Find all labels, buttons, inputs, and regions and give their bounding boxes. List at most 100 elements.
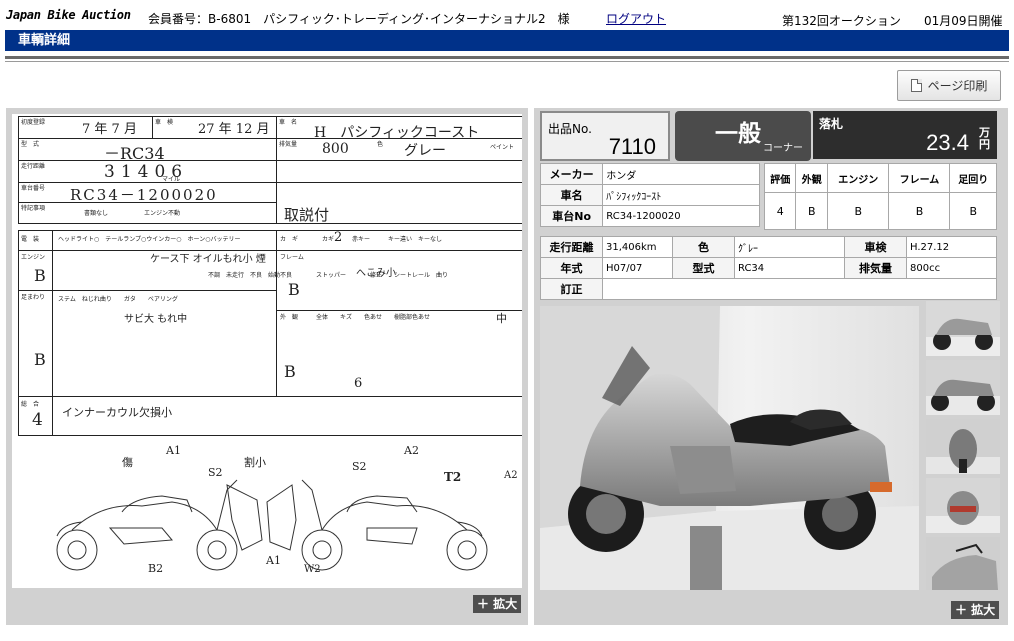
auction-date: 01月09日開催 (924, 14, 1003, 28)
corner-name: 一般 (715, 121, 761, 147)
color-value: ｸﾞﾚｰ (734, 236, 845, 258)
label-special: 特記事項 (21, 205, 46, 212)
table-row: 4 B B B B (763, 192, 997, 230)
label-color: 色 (377, 141, 384, 148)
sheet-zoom-button[interactable]: ＋ 拡大 (473, 595, 522, 613)
grade-value: B (795, 192, 828, 230)
label-electric-items: ヘッドライト○ テールランプ○ウインカー○ ホーン○バッテリー (58, 236, 241, 243)
label-suspension: 足まわり (21, 294, 46, 301)
table-row: 走行距離 31,406km 色 ｸﾞﾚｰ 車検 H.27.12 (540, 236, 997, 258)
label-keys: カ ギ (280, 236, 299, 243)
hw-front-note: サビ大 もれ中 (124, 314, 188, 325)
vehicle-detail-panel: 出品No. 7110 一般 コーナー 落札 23.4 万円 メーカー ホンダ 車… (534, 108, 1008, 625)
label-inspection: 車 検 (155, 119, 174, 126)
hw-mark-s2: S2 (352, 460, 367, 473)
print-page-label: ページ印刷 (927, 79, 988, 93)
table-row: 訂正 (540, 278, 997, 300)
mileage-value: 31,406km (602, 236, 673, 258)
grade-value: B (826, 192, 890, 230)
auction-sheet-panel: 初度登録 車 検 車 名 型 式 排気量 色 ペイント 走行距離 マイル 車台番… (6, 108, 528, 625)
hw-mark-a2: A2 (504, 470, 518, 481)
thumbnail-photo[interactable] (926, 360, 1000, 415)
hw-engine-note: ケース下 オイルもれ小 煙 (150, 254, 266, 265)
corner-suffix: コーナー (763, 143, 803, 154)
grade-header: エンジン (826, 163, 890, 193)
print-doc-icon (910, 79, 922, 92)
hw-mark-scratch: 傷 (122, 456, 133, 469)
hw-mark-t2: T2 (444, 470, 462, 484)
hw-frame-grade: B (288, 280, 300, 299)
brand-logo: Japan Bike Auction (6, 8, 131, 22)
displacement-label: 排気量 (844, 257, 907, 279)
displacement-value: 800cc (906, 257, 997, 279)
lot-number-label: 出品No. (548, 122, 592, 136)
hw-mileage: 31406 (104, 162, 189, 182)
hw-mark-s2: S2 (208, 466, 223, 479)
hw-mark-a1: A1 (266, 554, 281, 567)
label-mileage: 走行距離 (21, 163, 46, 170)
frame-no-value: RC34-1200020 (602, 205, 760, 227)
label-model: 型 式 (21, 141, 40, 148)
grade-header: フレーム (888, 163, 951, 193)
logout-link[interactable]: ログアウト (606, 10, 666, 27)
label-exterior-items: 全体 キズ 色あせ 樹脂部色あせ (316, 314, 431, 321)
winning-bid-value: 23.4 (926, 130, 969, 155)
hw-special: 取説付 (284, 206, 330, 224)
hw-susp-grade: B (34, 350, 46, 369)
frame-no-label: 車台No (539, 205, 604, 227)
thumbnail-photo[interactable] (926, 537, 1000, 590)
year-value: H07/07 (602, 257, 673, 279)
thumbnail-photo[interactable] (926, 478, 1000, 533)
photo-zoom-button[interactable]: ＋ 拡大 (951, 601, 1000, 619)
label-frame-no: 車台番号 (21, 185, 46, 192)
thumbnail-image (926, 419, 1000, 474)
grade-table: 評価 外観 エンジン フレーム 足回り 4 B B B B (763, 163, 997, 230)
hw-mark-crack: 割小 (244, 456, 266, 469)
winning-bid-label: 落札 (819, 117, 844, 131)
member-info: 会員番号：B-6801 パシフィック･トレーディング･インターナショナル2 様 (148, 12, 570, 26)
hw-mark-w2: W2 (304, 564, 321, 575)
hw-tire: 6 (354, 376, 363, 391)
thumbnail-photo[interactable] (926, 419, 1000, 474)
model-label: 型式 (672, 257, 735, 279)
grade-value: B (888, 192, 951, 230)
maker-label: メーカー (539, 163, 604, 185)
main-vehicle-photo[interactable] (540, 306, 919, 590)
model-value: RC34 (734, 257, 845, 279)
thumbnail-photo[interactable] (926, 301, 1000, 356)
print-page-button[interactable]: ページ印刷 (897, 70, 1001, 101)
correction-value (602, 278, 997, 300)
thumbnail-image (926, 360, 1000, 415)
label-overall: 総 合 (21, 401, 40, 408)
grade-value: B (949, 192, 997, 230)
divider (5, 56, 1009, 59)
grade-header: 評価 (763, 163, 797, 193)
page-title: 車輌詳細 (5, 30, 1009, 51)
table-row: 年式 H07/07 型式 RC34 排気量 800cc (540, 257, 997, 279)
hw-inspection: 27 年 12 月 (198, 122, 270, 137)
auction-sheet-image[interactable]: 初度登録 車 検 車 名 型 式 排気量 色 ペイント 走行距離 マイル 車台番… (12, 114, 522, 588)
corner-badge: 一般 コーナー (675, 111, 811, 161)
hw-color: グレー (404, 143, 446, 159)
label-paint: ペイント (490, 144, 515, 151)
hw-keys: 2 (334, 230, 343, 245)
auction-session: 第132回オークション (782, 14, 901, 28)
hw-frame-no: RC34－1200020 (70, 186, 218, 204)
grade-header: 足回り (949, 163, 997, 193)
motorcycle-photo-image (540, 306, 919, 590)
year-label: 年式 (540, 257, 603, 279)
inspection-label: 車検 (844, 236, 907, 258)
hw-overall-note: インナーカウル欠損小 (62, 406, 172, 419)
thumbnail-image (926, 478, 1000, 533)
hw-mark-a1: A1 (166, 444, 181, 457)
grade-value: 4 (763, 192, 797, 230)
table-row: 車名 ﾊﾟｼﾌｨｯｸｺｰｽﾄ (539, 184, 760, 206)
label-engine: エンジン (21, 254, 46, 261)
correction-label: 訂正 (540, 278, 603, 300)
table-row: 車台No RC34-1200020 (539, 205, 760, 227)
inspection-value: H.27.12 (906, 236, 997, 258)
table-row: 評価 外観 エンジン フレーム 足回り (763, 163, 997, 193)
label-engine-items: 不調 未走行 不良 始動不良 (208, 272, 293, 279)
label-electric: 電 装 (21, 236, 40, 243)
label-engine-dead: エンジン不動 (144, 210, 181, 217)
